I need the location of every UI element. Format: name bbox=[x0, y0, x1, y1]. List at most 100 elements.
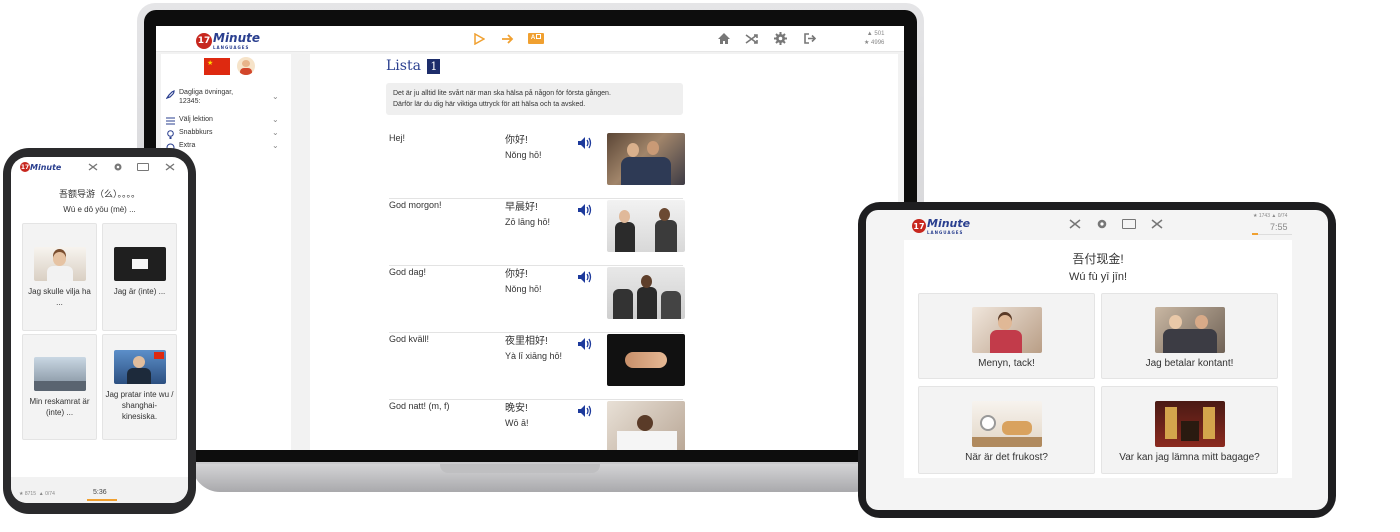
phrase-chinese: 晚安! Wō ā! bbox=[505, 403, 529, 428]
shuffle-alt-icon[interactable] bbox=[165, 162, 175, 172]
play-icon[interactable] bbox=[474, 33, 485, 45]
photo-paying-cash bbox=[1154, 307, 1225, 353]
footer-stats: ★ 8715 ▲ 0/74 bbox=[19, 491, 55, 497]
answer-option[interactable]: Jag betalar kontant! bbox=[1101, 293, 1278, 379]
sidebar-item-label: Extra bbox=[179, 142, 196, 149]
question-chinese: 吾额导游（么）。。。。 bbox=[58, 189, 140, 199]
phrase-chinese: 你好! Nǒng hō! bbox=[505, 269, 542, 294]
phrase-chinese: 夜里相好! Yà lī xiāng hō! bbox=[505, 336, 563, 361]
photo-businessman-flag bbox=[113, 350, 166, 384]
sidebar-item-choose-lesson[interactable]: Välj lektion ⌄ bbox=[166, 115, 284, 127]
answer-option[interactable]: Menyn, tack! bbox=[918, 293, 1095, 379]
shuffle-alt-icon[interactable] bbox=[1151, 218, 1163, 230]
timer-progress bbox=[1252, 233, 1258, 235]
logo-number: 17 bbox=[196, 32, 212, 49]
answer-option-label: Jag betalar kontant! bbox=[1145, 358, 1234, 369]
gear-icon[interactable] bbox=[1096, 218, 1108, 230]
photo-people-greeting bbox=[607, 133, 685, 185]
gear-icon[interactable] bbox=[113, 162, 123, 172]
flashcard-icon[interactable]: A bbox=[528, 33, 544, 44]
shuffle-icon[interactable] bbox=[88, 162, 98, 172]
speaker-icon[interactable] bbox=[577, 203, 593, 217]
answer-option[interactable]: Jag pratar inte wu / shanghai-kinesiska. bbox=[102, 334, 177, 440]
stats-panel: ▲ 501 ★ 4996 bbox=[864, 30, 884, 48]
timer: 7:55 bbox=[1270, 222, 1288, 232]
question-pinyin: Wú e dō yōu (mè) ... bbox=[63, 205, 136, 214]
flashcard-icon[interactable] bbox=[137, 163, 149, 171]
answer-option-label: Jag är (inte) ... bbox=[113, 287, 166, 296]
lesson-intro: Det är ju alltid lite svårt när man ska … bbox=[386, 83, 683, 115]
daily-exercises-label: Dagliga övningar, 12345: bbox=[179, 89, 234, 105]
phrase-swedish: God kväll! bbox=[389, 334, 430, 344]
flashcard-icon[interactable] bbox=[1122, 219, 1136, 229]
answer-option[interactable]: När är det frukost? bbox=[918, 386, 1095, 474]
question-pinyin: Wú fù yī jīn! bbox=[1068, 271, 1128, 283]
phrase-swedish: Hej! bbox=[389, 133, 406, 143]
speaker-icon[interactable] bbox=[577, 404, 593, 418]
phone-screen: 17 Minute 吾额导游（么）。。。。 Wú e dō yōu (mè) .… bbox=[11, 157, 188, 503]
shuffle-icon[interactable] bbox=[1069, 218, 1081, 230]
answer-option[interactable]: Jag är (inte) ... bbox=[102, 223, 177, 331]
lesson-panel: Lista 1 Det är ju alltid lite svårt när … bbox=[310, 54, 898, 450]
phrase-swedish: God dag! bbox=[389, 267, 427, 277]
brand-logo[interactable]: 17 Minute LANGUAGES bbox=[196, 31, 260, 50]
logo-number: 17 bbox=[20, 162, 30, 172]
laptop-top-bar: 17 Minute LANGUAGES A ▲ 501 ★ 4996 bbox=[156, 26, 904, 52]
chevron-down-icon: ⌄ bbox=[272, 115, 279, 124]
tablet-screen: 17 Minute LANGUAGES ★ 1743 ▲ 0/74 7:55 吾付… bbox=[866, 210, 1328, 510]
speaker-icon[interactable] bbox=[577, 270, 593, 284]
phrase-swedish: God natt! (m, f) bbox=[389, 401, 450, 411]
phone-footer: ★ 8715 ▲ 0/74 5:36 bbox=[11, 477, 188, 503]
timer-track bbox=[1252, 234, 1292, 235]
chinese-flag-icon: ★ bbox=[204, 58, 230, 75]
list-item: Hej! 你好! Nǒng hō! bbox=[389, 133, 685, 199]
answer-option[interactable]: Min reskamrat är (inte) ... bbox=[22, 334, 97, 440]
logo-word: Minute bbox=[30, 162, 62, 172]
answer-option[interactable]: Jag skulle vilja ha ... bbox=[22, 223, 97, 331]
brand-logo[interactable]: 17 Minute LANGUAGES bbox=[912, 217, 970, 235]
avatar[interactable] bbox=[237, 57, 255, 75]
arrow-right-icon[interactable] bbox=[501, 33, 514, 45]
timer: 5:36 bbox=[93, 489, 107, 496]
photo-business-card bbox=[113, 247, 166, 281]
list-icon bbox=[166, 117, 175, 125]
rocket-icon bbox=[166, 90, 175, 99]
shuffle-icon[interactable] bbox=[745, 32, 759, 45]
chevron-down-icon: ⌄ bbox=[272, 128, 279, 137]
answer-option-label: Min reskamrat är (inte) ... bbox=[29, 397, 90, 417]
sidebar-item-label: Snabbkurs bbox=[179, 129, 213, 136]
photo-handshake-dark bbox=[607, 334, 685, 386]
photo-business-meeting bbox=[607, 267, 685, 319]
photo-breakfast bbox=[971, 401, 1042, 447]
home-icon[interactable] bbox=[717, 32, 731, 45]
bulb-icon bbox=[167, 130, 174, 139]
speaker-icon[interactable] bbox=[577, 136, 593, 150]
tablet-stats: ★ 1743 ▲ 0/74 bbox=[1253, 213, 1288, 219]
answer-option-label: Jag pratar inte wu / shanghai-kinesiska. bbox=[105, 390, 174, 421]
phrase-chinese: 早晨好! Zō lāng hō! bbox=[505, 202, 551, 227]
photo-woman-menu bbox=[971, 307, 1042, 353]
brand-logo[interactable]: 17 Minute bbox=[20, 162, 61, 172]
photo-airport bbox=[33, 357, 86, 391]
sidebar-item-quick-course[interactable]: Snabbkurs ⌄ bbox=[166, 128, 284, 140]
answer-option-label: Jag skulle vilja ha ... bbox=[28, 287, 91, 307]
daily-exercises[interactable]: Dagliga övningar, 12345: ⌄ bbox=[166, 88, 284, 108]
lesson-number-badge: 1 bbox=[427, 59, 441, 74]
question-chinese: 吾付现金! bbox=[1072, 252, 1124, 266]
photo-woman-smiling bbox=[33, 247, 86, 281]
photo-business-handshake bbox=[607, 200, 685, 252]
logo-number: 17 bbox=[912, 219, 926, 233]
logo-word: Minute LANGUAGES bbox=[927, 217, 971, 235]
answer-option-label: När är det frukost? bbox=[965, 452, 1048, 463]
speaker-icon[interactable] bbox=[577, 337, 593, 351]
gear-icon[interactable] bbox=[774, 32, 787, 45]
timer-progress bbox=[87, 499, 117, 501]
logout-icon[interactable] bbox=[803, 32, 817, 45]
photo-luggage bbox=[1154, 401, 1225, 447]
photo-sleeping-child bbox=[607, 401, 685, 450]
stars-count: ★ 4996 bbox=[864, 40, 885, 46]
laptop-notch bbox=[440, 464, 600, 473]
chevron-down-icon: ⌄ bbox=[272, 141, 279, 150]
sidebar-item-label: Välj lektion bbox=[179, 116, 213, 123]
answer-option[interactable]: Var kan jag lämna mitt bagage? bbox=[1101, 386, 1278, 474]
